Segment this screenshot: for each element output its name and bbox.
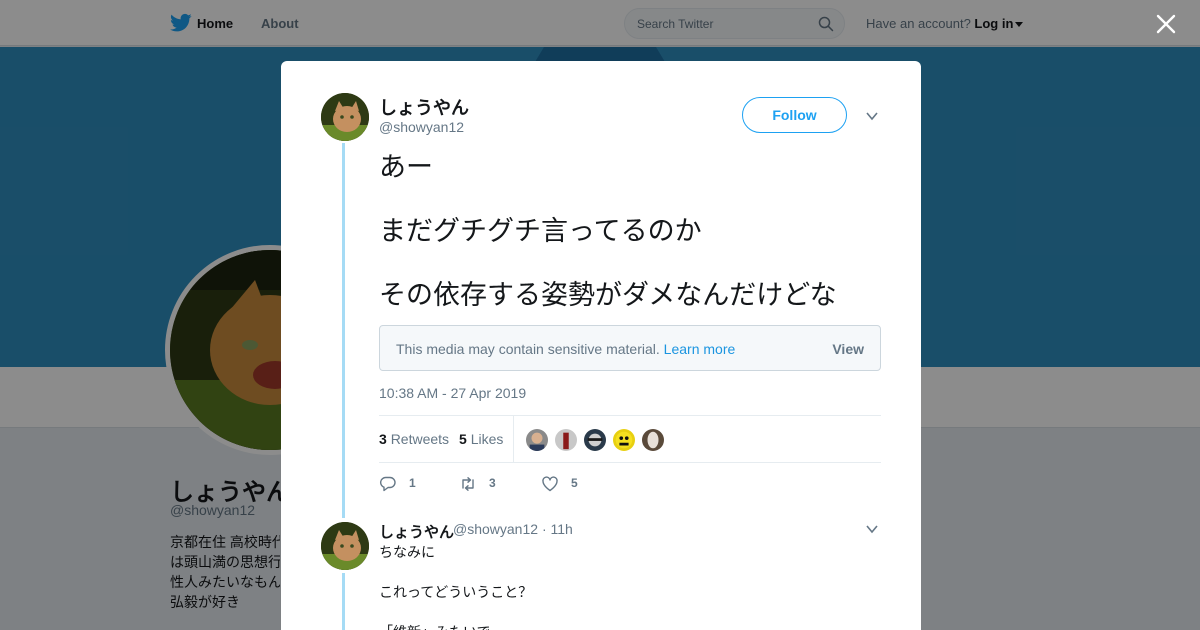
tweet-text: あー まだグチグチ言ってるのか その依存する姿勢がダメなんだけどな	[379, 151, 879, 311]
liker-avatar[interactable]	[641, 428, 665, 452]
avatar[interactable]	[321, 522, 369, 570]
tweet-text-line: その依存する姿勢がダメなんだけどな	[379, 280, 837, 310]
liker-avatar[interactable]	[554, 428, 578, 452]
reply-icon	[380, 476, 396, 492]
thread-line	[342, 143, 345, 518]
tweet-actions: 1 3 5	[379, 473, 779, 495]
tweet-modal: しょうやん @showyan12 Follow あー まだグチグチ言ってるのか …	[281, 61, 921, 630]
likes-label: Likes	[470, 431, 504, 447]
retweets-label: Retweets	[390, 431, 450, 447]
reply-text-line: ちなみに	[379, 544, 435, 560]
reply-text: ちなみに これってどういうこと？ 「維新」みたいで	[379, 542, 859, 630]
heart-icon	[542, 476, 558, 492]
retweet-count: 3	[489, 476, 496, 490]
tweet-author-name[interactable]: しょうやん	[379, 94, 469, 120]
reply-author-meta[interactable]: @showyan12 · 11h	[453, 521, 573, 537]
retweets-stat[interactable]: 3 Retweets	[379, 431, 449, 447]
cat-avatar-image	[321, 522, 369, 570]
view-media-button[interactable]: View	[832, 341, 864, 357]
reply-time[interactable]: · 11h	[542, 521, 573, 537]
divider	[513, 416, 514, 462]
sensitive-message-text: This media may contain sensitive materia…	[396, 341, 660, 357]
likes-count: 5	[459, 431, 467, 447]
cat-avatar-image	[321, 93, 369, 141]
likes-stat[interactable]: 5 Likes	[459, 431, 503, 447]
tweet-text-line: まだグチグチ言ってるのか	[379, 216, 702, 246]
close-icon[interactable]	[1154, 12, 1178, 36]
follow-button[interactable]: Follow	[742, 97, 847, 133]
liker-avatar[interactable]	[612, 428, 636, 452]
tweet-author-handle[interactable]: @showyan12	[379, 119, 464, 135]
thread-line	[342, 573, 345, 630]
like-count: 5	[571, 476, 578, 490]
reply-text-line: 「維新」みたいで	[379, 622, 859, 630]
chevron-down-icon[interactable]	[865, 522, 879, 536]
reply-count: 1	[409, 476, 416, 490]
reply-author-name[interactable]: しょうやん	[379, 521, 454, 542]
sensitive-message: This media may contain sensitive materia…	[396, 341, 735, 357]
retweets-count: 3	[379, 431, 387, 447]
learn-more-link[interactable]: Learn more	[664, 341, 736, 357]
chevron-down-icon[interactable]	[865, 109, 879, 123]
tweet-timestamp[interactable]: 10:38 AM - 27 Apr 2019	[379, 385, 526, 401]
liker-avatar[interactable]	[525, 428, 549, 452]
reply-text-line: これってどういうこと？	[379, 584, 533, 600]
tweet-stats: 3 Retweets 5 Likes	[379, 415, 881, 463]
tweet-text-line: あー	[379, 152, 433, 182]
avatar[interactable]	[321, 93, 369, 141]
sensitive-media-notice: This media may contain sensitive materia…	[379, 325, 881, 371]
retweet-icon	[462, 477, 474, 491]
reply-author-handle: @showyan12	[453, 521, 539, 537]
liker-avatar[interactable]	[583, 428, 607, 452]
